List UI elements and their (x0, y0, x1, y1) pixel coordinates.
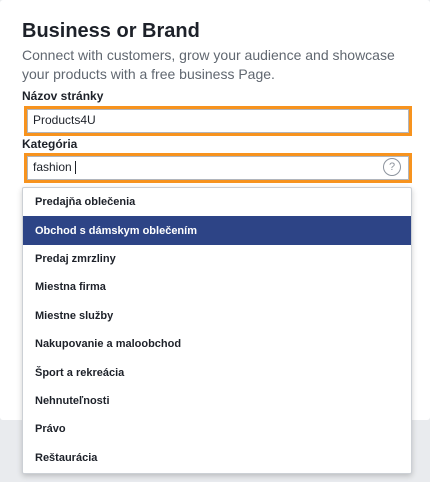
category-field-highlight: ? (24, 153, 412, 183)
page-name-field-highlight (24, 106, 412, 136)
suggestion-item[interactable]: Predaj zmrzliny (23, 245, 411, 273)
category-input[interactable] (33, 158, 373, 176)
suggestion-item[interactable]: Právo (23, 415, 411, 443)
suggestion-item-selected[interactable]: Obchod s dámskym oblečením (23, 216, 411, 245)
suggestion-item[interactable]: Šport a rekreácia (23, 358, 411, 386)
text-cursor (75, 161, 76, 174)
page-name-input[interactable] (33, 111, 373, 129)
suggestion-item[interactable]: Nakupovanie a maloobchod (23, 330, 411, 358)
category-label: Kategória (22, 137, 78, 151)
category-suggestions-dropdown: Predajňa oblečenia Obchod s dámskym oble… (22, 187, 412, 474)
question-mark-circle-icon[interactable]: ? (383, 158, 401, 176)
section-title: Business or Brand (22, 20, 200, 42)
suggestion-item[interactable]: Reštaurácia (23, 444, 411, 472)
suggestion-item[interactable]: Miestna firma (23, 273, 411, 301)
suggestion-item[interactable]: Miestne služby (23, 302, 411, 330)
suggestion-item[interactable]: Predajňa oblečenia (23, 188, 411, 216)
page-name-label: Názov stránky (22, 89, 104, 103)
section-description: Connect with customers, grow your audien… (22, 47, 395, 82)
suggestion-item[interactable]: Nehnuteľnosti (23, 387, 411, 415)
